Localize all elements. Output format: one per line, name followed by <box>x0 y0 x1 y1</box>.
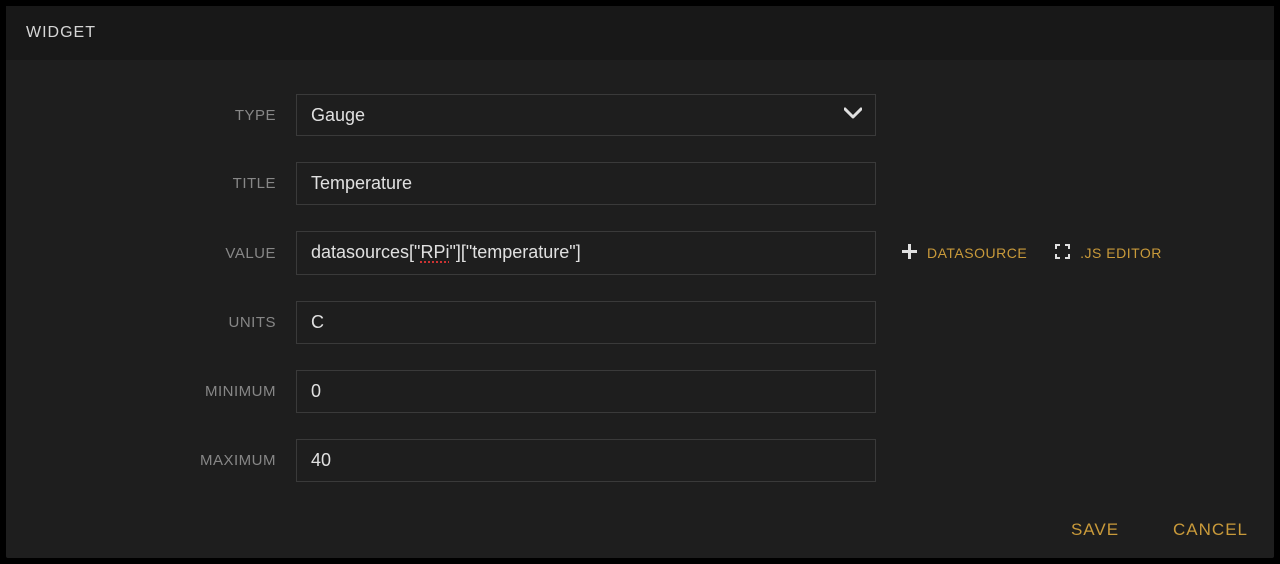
expand-icon <box>1055 244 1070 262</box>
dialog-footer: SAVE CANCEL <box>6 502 1274 558</box>
label-type: TYPE <box>26 107 296 124</box>
units-input[interactable] <box>296 301 876 344</box>
title-input[interactable] <box>296 162 876 205</box>
type-select[interactable]: Gauge <box>296 94 876 136</box>
maximum-input[interactable] <box>296 439 876 482</box>
row-title: TITLE <box>26 162 1254 205</box>
jseditor-button[interactable]: .JS EDITOR <box>1055 244 1162 262</box>
datasource-label: DATASOURCE <box>927 245 1027 261</box>
label-value: VALUE <box>26 245 296 262</box>
label-maximum: MAXIMUM <box>26 452 296 469</box>
value-text-suffix: "]["temperature"] <box>449 242 580 262</box>
plus-icon <box>902 244 917 262</box>
row-value: VALUE datasources["RPi"]["temperature"] … <box>26 231 1254 275</box>
form-body: TYPE Gauge TITLE VALUE datasources["RPi"… <box>6 60 1274 528</box>
label-title: TITLE <box>26 175 296 192</box>
cancel-button[interactable]: CANCEL <box>1173 520 1248 540</box>
jseditor-label: .JS EDITOR <box>1080 245 1162 261</box>
widget-dialog: WIDGET TYPE Gauge TITLE VALUE <box>6 6 1274 558</box>
minimum-input[interactable] <box>296 370 876 413</box>
value-side-actions: DATASOURCE .JS EDITOR <box>902 244 1162 262</box>
value-text-prefix: datasources[" <box>311 242 420 262</box>
value-text-rpi: RPi <box>420 242 449 262</box>
row-maximum: MAXIMUM <box>26 439 1254 482</box>
datasource-button[interactable]: DATASOURCE <box>902 244 1027 262</box>
value-input[interactable]: datasources["RPi"]["temperature"] <box>296 231 876 275</box>
dialog-title: WIDGET <box>6 6 1274 60</box>
label-minimum: MINIMUM <box>26 383 296 400</box>
row-units: UNITS <box>26 301 1254 344</box>
save-button[interactable]: SAVE <box>1071 520 1119 540</box>
label-units: UNITS <box>26 314 296 331</box>
type-select-wrap: Gauge <box>296 94 876 136</box>
row-type: TYPE Gauge <box>26 94 1254 136</box>
row-minimum: MINIMUM <box>26 370 1254 413</box>
